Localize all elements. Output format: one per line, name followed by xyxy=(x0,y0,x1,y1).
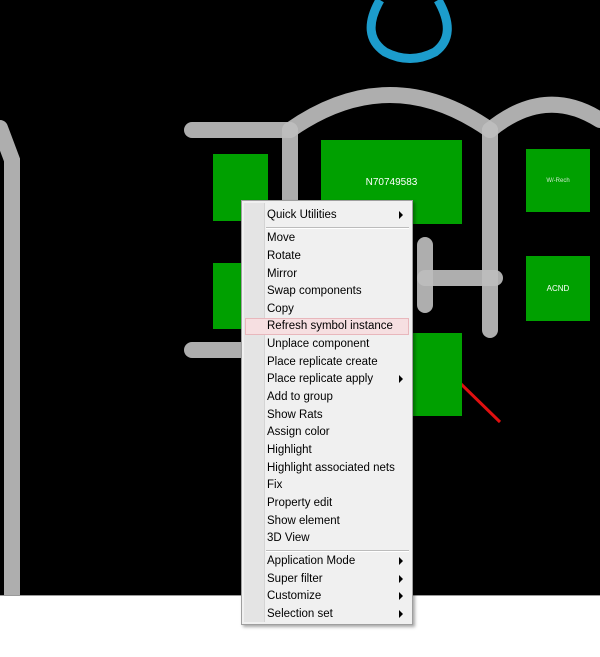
menu-item-unplace-component[interactable]: Unplace component xyxy=(245,336,409,353)
menu-item-place-replicate-apply[interactable]: Place replicate apply xyxy=(245,371,409,388)
menu-item-quick-utilities[interactable]: Quick Utilities xyxy=(245,207,409,224)
menu-item-copy[interactable]: Copy xyxy=(245,301,409,318)
component-pad-6[interactable] xyxy=(412,333,462,416)
menu-item-super-filter[interactable]: Super filter xyxy=(245,571,409,588)
menu-item-rotate[interactable]: Rotate xyxy=(245,248,409,265)
menu-item-add-to-group[interactable]: Add to group xyxy=(245,389,409,406)
menu-item-mirror[interactable]: Mirror xyxy=(245,266,409,283)
trace-arch-main xyxy=(282,87,498,138)
trace-left xyxy=(0,120,20,595)
submenu-arrow-icon xyxy=(399,575,403,583)
submenu-arrow-icon xyxy=(399,557,403,565)
submenu-arrow-icon xyxy=(399,610,403,618)
trace-arch-right xyxy=(482,96,600,138)
menu-item-highlight-associated-nets[interactable]: Highlight associated nets xyxy=(245,460,409,477)
submenu-arrow-icon xyxy=(399,592,403,600)
component-pad-5[interactable]: ACND xyxy=(526,256,590,321)
menu-separator xyxy=(266,550,409,552)
submenu-arrow-icon xyxy=(399,375,403,383)
menu-item-selection-set[interactable]: Selection set xyxy=(245,606,409,623)
menu-item-move[interactable]: Move xyxy=(245,230,409,247)
menu-item-highlight[interactable]: Highlight xyxy=(245,442,409,459)
ring-trace xyxy=(366,0,452,63)
menu-item-property-edit[interactable]: Property edit xyxy=(245,495,409,512)
component-pad-3[interactable]: W/-Rech xyxy=(526,149,590,212)
menu-item-refresh-symbol-instance[interactable]: Refresh symbol instance xyxy=(245,318,409,335)
context-menu: Quick Utilities Move Rotate Mirror Swap … xyxy=(241,200,413,625)
menu-item-place-replicate-create[interactable]: Place replicate create xyxy=(245,354,409,371)
menu-item-fix[interactable]: Fix xyxy=(245,477,409,494)
menu-item-show-element[interactable]: Show element xyxy=(245,513,409,530)
menu-item-swap-components[interactable]: Swap components xyxy=(245,283,409,300)
menu-separator xyxy=(266,227,409,229)
menu-item-assign-color[interactable]: Assign color xyxy=(245,424,409,441)
menu-item-customize[interactable]: Customize xyxy=(245,588,409,605)
menu-item-show-rats[interactable]: Show Rats xyxy=(245,407,409,424)
submenu-arrow-icon xyxy=(399,211,403,219)
menu-item-3d-view[interactable]: 3D View xyxy=(245,530,409,547)
menu-item-application-mode[interactable]: Application Mode xyxy=(245,553,409,570)
